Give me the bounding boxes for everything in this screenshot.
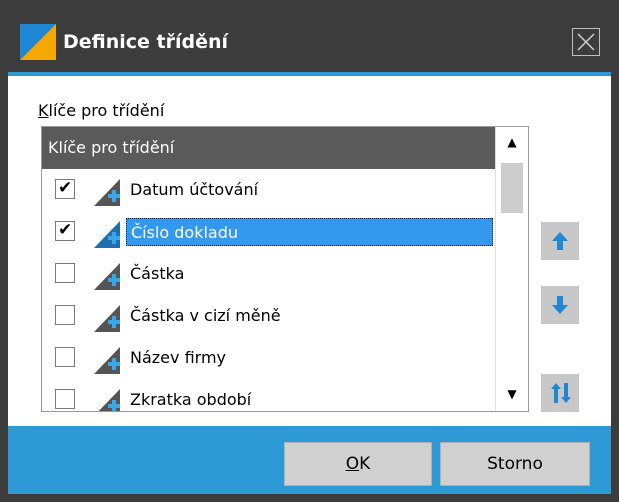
list-item[interactable]: ✔ Číslo dokladu [42, 211, 495, 253]
scroll-thumb[interactable] [501, 163, 523, 213]
sort-ascending-icon [94, 263, 120, 290]
list-item[interactable]: ✔ Datum účtování [42, 169, 495, 211]
cancel-button[interactable]: Storno [440, 442, 590, 486]
item-checkbox[interactable] [55, 263, 75, 283]
sort-ascending-icon [94, 221, 120, 248]
sort-ascending-icon [94, 179, 120, 206]
sort-definition-dialog: Definice třídění Klíče pro třídění Klíče… [0, 0, 619, 502]
checkmark-icon: ✔ [58, 178, 73, 198]
item-checkbox[interactable]: ✔ [55, 220, 75, 241]
ok-button[interactable]: OK [284, 442, 432, 486]
list-item-label: Částka v cizí měně [130, 306, 281, 325]
ok-label-rest: K [359, 454, 371, 474]
dialog-footer: OK Storno [8, 426, 611, 494]
toggle-sort-order-button[interactable] [541, 374, 579, 412]
item-checkbox[interactable] [55, 389, 75, 409]
sort-order-icon [551, 383, 571, 403]
scroll-down-button[interactable]: ▼ [496, 379, 528, 409]
move-up-button[interactable] [541, 222, 579, 260]
scroll-up-button[interactable]: ▲ [496, 127, 528, 157]
sort-keys-label: Klíče pro třídění [38, 101, 164, 120]
list-item-label: Datum účtování [130, 180, 259, 199]
list-item[interactable]: Zkratka období [42, 379, 495, 411]
vertical-scrollbar[interactable]: ▲ ▼ [495, 127, 528, 411]
list-item-label: Číslo dokladu [126, 218, 493, 246]
list-item-label: Zkratka období [130, 390, 252, 409]
item-checkbox[interactable] [55, 347, 75, 367]
sort-keys-label-rest: líče pro třídění [48, 101, 165, 120]
close-button[interactable] [572, 28, 600, 56]
sort-ascending-icon [98, 389, 120, 411]
dialog-title: Definice třídění [63, 31, 229, 53]
list-item[interactable]: Název firmy [42, 337, 495, 379]
sort-ascending-icon [94, 347, 120, 374]
move-down-button[interactable] [541, 286, 579, 324]
item-checkbox[interactable]: ✔ [55, 178, 75, 199]
ok-mnemonic: O [345, 454, 360, 474]
title-bar[interactable]: Definice třídění [8, 8, 611, 72]
arrow-down-icon [552, 296, 568, 314]
app-logo-icon [20, 24, 56, 60]
sort-ascending-icon [94, 305, 120, 332]
item-checkbox[interactable] [55, 305, 75, 325]
arrow-up-icon [552, 232, 568, 250]
list-rows: ✔ Datum účtování ✔ Číslo dokladu Částka Částk… [42, 169, 495, 411]
sort-keys-label-mnemonic: K [38, 101, 49, 120]
list-item-label: Částka [130, 264, 185, 283]
list-item-label: Název firmy [130, 348, 226, 367]
dialog-content: Klíče pro třídění Klíče pro třídění ✔ Dat… [8, 76, 611, 426]
list-item[interactable]: Částka [42, 253, 495, 295]
close-icon [577, 33, 595, 51]
checkmark-icon: ✔ [58, 220, 73, 240]
sort-keys-list[interactable]: Klíče pro třídění ✔ Datum účtování ✔ Číslo … [41, 126, 529, 412]
list-item[interactable]: Částka v cizí měně [42, 295, 495, 337]
list-column-header: Klíče pro třídění [42, 127, 495, 169]
